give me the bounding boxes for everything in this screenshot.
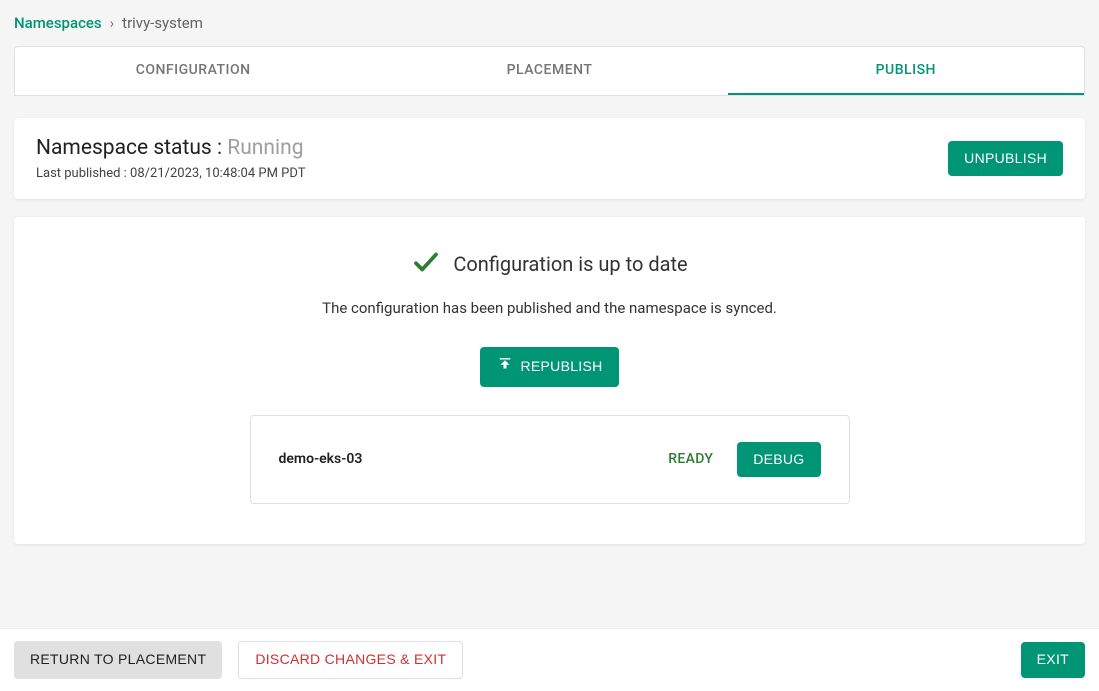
republish-label: REPUBLISH [520,357,602,377]
breadcrumb-current: trivy-system [122,14,203,32]
unpublish-button[interactable]: UNPUBLISH [948,141,1063,177]
namespace-status-prefix: Namespace status : [36,136,227,160]
publish-icon [496,355,514,379]
breadcrumb-separator: › [110,14,115,32]
footer-bar: RETURN TO PLACEMENT DISCARD CHANGES & EX… [0,628,1099,691]
config-status-subtitle: The configuration has been published and… [34,299,1065,317]
namespace-status-value: Running [227,136,303,160]
checkmark-icon [411,247,441,281]
last-published: Last published : 08/21/2023, 10:48:04 PM… [36,166,305,181]
namespace-status-title: Namespace status : Running [36,136,305,160]
tab-placement[interactable]: PLACEMENT [371,47,727,95]
config-status-heading: Configuration is up to date [34,247,1065,281]
tab-configuration[interactable]: CONFIGURATION [15,47,371,95]
cluster-status: READY [668,451,713,467]
config-card: Configuration is up to date The configur… [14,217,1085,544]
breadcrumb-root-link[interactable]: Namespaces [14,14,102,32]
breadcrumb: Namespaces › trivy-system [14,14,1085,32]
debug-button[interactable]: DEBUG [737,442,820,478]
tabs: CONFIGURATION PLACEMENT PUBLISH [14,46,1085,96]
config-status-title: Configuration is up to date [453,252,687,276]
status-info: Namespace status : Running Last publishe… [36,136,305,181]
last-published-value: 08/21/2023, 10:48:04 PM PDT [130,166,305,181]
return-to-placement-button[interactable]: RETURN TO PLACEMENT [14,641,222,679]
cluster-name: demo-eks-03 [279,451,363,467]
last-published-label: Last published : [36,166,130,181]
exit-button[interactable]: EXIT [1021,642,1085,678]
republish-button[interactable]: REPUBLISH [480,347,618,387]
discard-exit-button[interactable]: DISCARD CHANGES & EXIT [238,641,463,679]
tab-publish[interactable]: PUBLISH [728,47,1084,95]
cluster-row: demo-eks-03 READY DEBUG [250,415,850,505]
status-card: Namespace status : Running Last publishe… [14,118,1085,199]
